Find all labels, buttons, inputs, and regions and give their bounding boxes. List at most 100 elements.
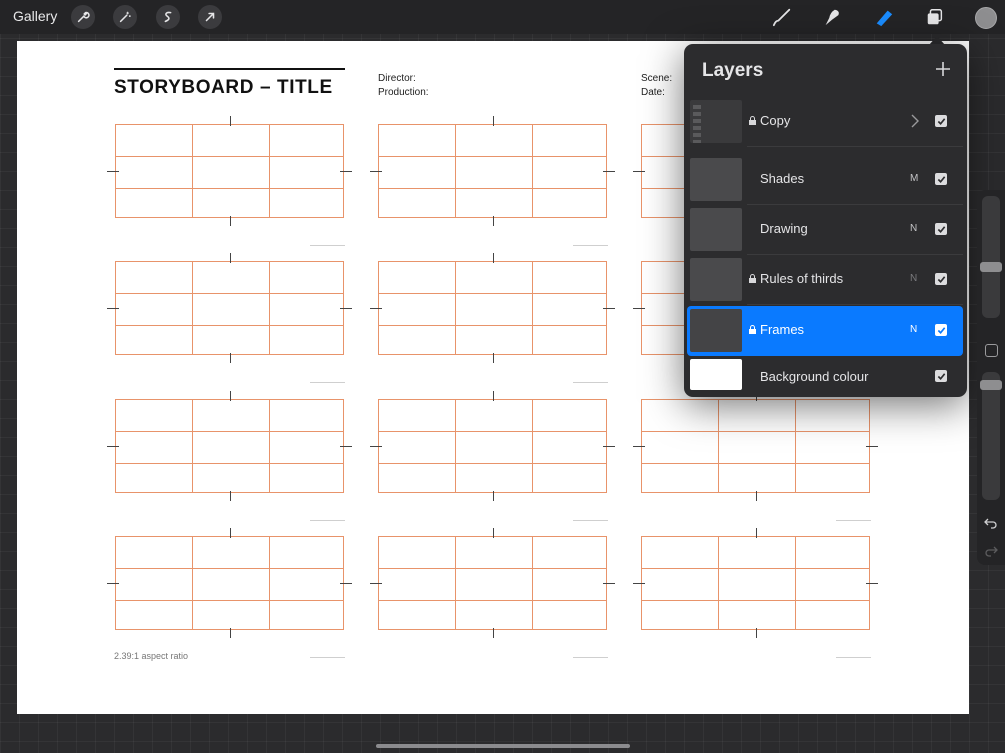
frame-grid-line (532, 400, 533, 492)
modifier-button[interactable] (985, 344, 998, 357)
blend-mode-button[interactable]: M (910, 173, 918, 184)
selection-icon[interactable] (156, 5, 180, 29)
frame-grid-line (455, 262, 456, 354)
layer-name: Shades (760, 171, 805, 186)
layer-thumbnail (690, 258, 742, 301)
crop-tick (633, 583, 645, 584)
note-line (573, 657, 608, 658)
color-picker-button[interactable] (975, 7, 997, 29)
layers-icon[interactable] (923, 6, 947, 28)
eraser-icon[interactable] (872, 6, 896, 28)
crop-tick (340, 308, 352, 309)
crop-tick (866, 583, 878, 584)
layer-rules-of-thirds[interactable]: Rules of thirds N (687, 255, 963, 305)
home-indicator (376, 744, 630, 748)
crop-tick (340, 583, 352, 584)
brush-size-handle[interactable] (980, 262, 1002, 272)
crop-tick (107, 446, 119, 447)
blend-mode-button[interactable]: N (910, 223, 917, 234)
brush-icon[interactable] (770, 6, 794, 28)
wrench-icon[interactable] (71, 5, 95, 29)
crop-tick (866, 446, 878, 447)
storyboard-frame (641, 399, 870, 493)
frame-grid-line (642, 600, 869, 601)
note-line (836, 520, 871, 521)
crop-tick (370, 308, 382, 309)
layers-panel: Layers Copy Shades M Drawing N Rules of … (684, 44, 967, 397)
layer-frames[interactable]: Frames N (687, 306, 963, 356)
frame-grid-line (379, 431, 606, 432)
crop-tick (229, 491, 231, 501)
crop-tick (603, 308, 615, 309)
layer-drawing[interactable]: Drawing N (687, 205, 963, 255)
frame-grid-line (379, 325, 606, 326)
gallery-button[interactable]: Gallery (13, 8, 57, 24)
frame-grid-line (642, 568, 869, 569)
crop-tick (340, 171, 352, 172)
brush-sidebar (977, 190, 1005, 565)
frame-grid-line (379, 600, 606, 601)
crop-tick (370, 171, 382, 172)
director-label: Director: (378, 73, 416, 84)
visibility-checkbox[interactable] (935, 173, 947, 185)
layer-shades[interactable]: Shades M (687, 155, 963, 205)
crop-tick (492, 253, 494, 263)
note-line (573, 245, 608, 246)
scene-label: Scene: (641, 73, 673, 84)
frame-grid-line (455, 537, 456, 629)
blend-mode-button[interactable]: N (910, 324, 917, 335)
crop-tick (229, 116, 231, 126)
transform-arrow-icon[interactable] (198, 5, 222, 29)
brush-size-slider[interactable] (982, 196, 1000, 318)
smudge-icon[interactable] (820, 6, 844, 28)
brush-opacity-slider[interactable] (982, 372, 1000, 500)
frame-grid-line (379, 156, 606, 157)
layer-name: Rules of thirds (760, 271, 844, 286)
visibility-checkbox[interactable] (935, 273, 947, 285)
crop-tick (755, 628, 757, 638)
chevron-right-icon[interactable] (911, 114, 919, 128)
frame-grid-line (718, 400, 719, 492)
frame-grid-line (269, 400, 270, 492)
layer-copy[interactable]: Copy (687, 97, 963, 147)
layers-panel-title: Layers (702, 60, 764, 81)
visibility-checkbox[interactable] (935, 223, 947, 235)
crop-tick (492, 491, 494, 501)
crop-tick (755, 528, 757, 538)
crop-tick (370, 446, 382, 447)
production-label: Production: (378, 87, 429, 98)
frame-grid-line (192, 537, 193, 629)
visibility-checkbox[interactable] (935, 370, 947, 382)
blend-mode-button[interactable]: N (910, 273, 917, 284)
frame-grid-line (116, 293, 343, 294)
crop-tick (492, 216, 494, 226)
plus-icon[interactable] (933, 59, 953, 79)
frame-grid-line (116, 188, 343, 189)
storyboard-frame (641, 536, 870, 630)
magic-wand-icon[interactable] (113, 5, 137, 29)
frame-grid-line (192, 262, 193, 354)
crop-tick (633, 308, 645, 309)
layer-name: Drawing (760, 221, 808, 236)
crop-tick (603, 583, 615, 584)
note-line (310, 657, 345, 658)
brush-opacity-handle[interactable] (980, 380, 1002, 390)
crop-tick (492, 353, 494, 363)
visibility-checkbox[interactable] (935, 324, 947, 336)
frame-grid-line (269, 262, 270, 354)
redo-icon[interactable] (984, 544, 998, 558)
layer-name: Frames (760, 322, 805, 337)
crop-tick (492, 528, 494, 538)
frame-grid-line (116, 463, 343, 464)
crop-tick (603, 171, 615, 172)
crop-tick (492, 391, 494, 401)
storyboard-frame (378, 124, 607, 218)
layer-background-colour[interactable]: Background colour (687, 356, 963, 397)
undo-icon[interactable] (984, 516, 998, 530)
frame-grid-line (532, 125, 533, 217)
crop-tick (633, 446, 645, 447)
crop-tick (603, 446, 615, 447)
layer-thumbnail (690, 208, 742, 251)
frame-grid-line (269, 537, 270, 629)
visibility-checkbox[interactable] (935, 115, 947, 127)
